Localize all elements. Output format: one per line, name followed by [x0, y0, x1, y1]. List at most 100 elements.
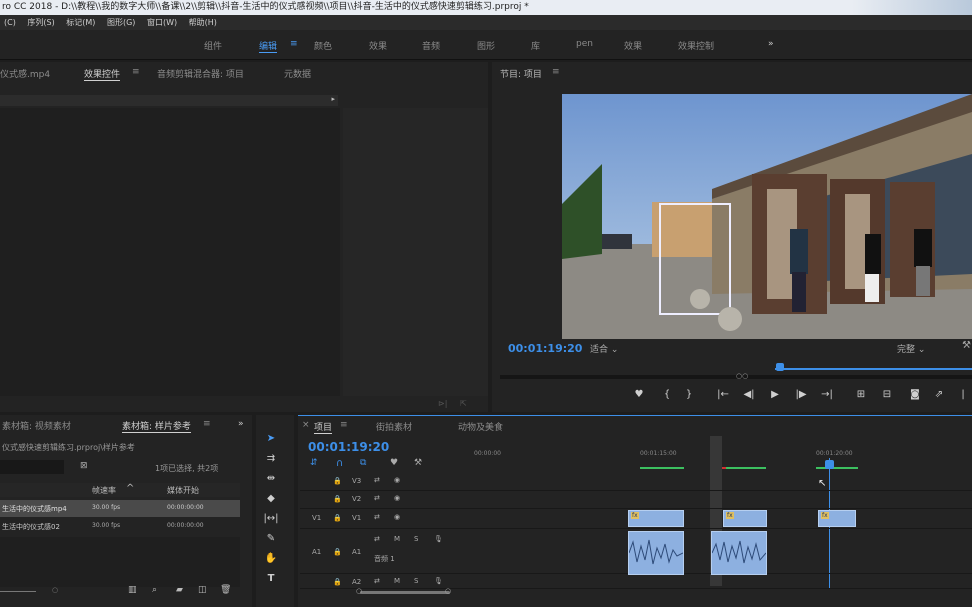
sync-lock-icon[interactable]: ⇄: [374, 476, 380, 484]
sync-lock-icon[interactable]: ⇄: [374, 535, 380, 543]
source-patch-v1[interactable]: V1: [312, 514, 321, 522]
workspace-audio[interactable]: 音频: [422, 39, 440, 52]
tab-sequence-street[interactable]: 街拍素材: [376, 420, 412, 433]
program-menu-icon[interactable]: ≡: [552, 67, 560, 77]
menu-item-sequence[interactable]: 序列(S): [27, 18, 54, 27]
eye-icon[interactable]: ◉: [394, 494, 400, 502]
snap-icon[interactable]: ∩: [336, 458, 343, 469]
menu-item-window[interactable]: 窗口(W): [147, 18, 177, 27]
mark-out-icon[interactable]: }: [682, 389, 696, 400]
menu-item-markers[interactable]: 标记(M): [66, 18, 95, 27]
col-media-start[interactable]: 媒体开始: [167, 485, 199, 496]
sync-lock-icon[interactable]: ⇄: [374, 494, 380, 502]
automate-icon[interactable]: ▥: [128, 585, 137, 595]
new-bin-search-icon[interactable]: ⊠: [80, 461, 88, 471]
lock-icon[interactable]: 🔒: [333, 548, 342, 556]
workspace-effects-2[interactable]: 效果: [624, 39, 642, 52]
hand-tool-icon[interactable]: ✋: [263, 551, 279, 567]
solo-button[interactable]: S: [414, 535, 418, 543]
timeline-scrollbar[interactable]: [360, 591, 450, 594]
razor-tool-icon[interactable]: ◆: [263, 491, 279, 507]
tab-menu-icon[interactable]: ≡: [132, 67, 140, 77]
list-item[interactable]: 生活中的仪式感mp4 30.00 fps 00:00:00:00: [0, 500, 240, 517]
new-item-icon[interactable]: ◫: [198, 585, 207, 595]
timeline-settings-icon[interactable]: ⚒: [414, 458, 422, 468]
fit-dropdown[interactable]: 适合 ⌄: [590, 342, 618, 355]
go-to-out-icon[interactable]: →|: [820, 389, 834, 400]
scroll-handle-left[interactable]: ○: [356, 587, 362, 595]
track-select-tool-icon[interactable]: ⇉: [263, 451, 279, 467]
track-v2[interactable]: 🔒 V2 ⇄ ◉: [300, 491, 972, 509]
sort-asc-icon[interactable]: ^: [126, 483, 134, 494]
step-forward-icon[interactable]: |▶: [794, 389, 808, 400]
sequence-menu-icon[interactable]: ≡: [340, 420, 348, 430]
menu-item-help[interactable]: 帮助(H): [189, 18, 217, 27]
type-tool-icon[interactable]: T: [263, 571, 279, 587]
workspace-overflow-icon[interactable]: »: [768, 39, 774, 49]
expand-arrow-icon[interactable]: ▸: [331, 95, 335, 103]
quality-dropdown[interactable]: 完整 ⌄: [897, 342, 925, 355]
workspace-color[interactable]: 颜色: [314, 39, 332, 52]
timeline-close-icon[interactable]: ×: [302, 420, 310, 430]
panel-overflow-icon[interactable]: »: [238, 419, 244, 429]
tab-program[interactable]: 节目: 项目: [500, 67, 542, 80]
lift-icon[interactable]: ⊞: [854, 389, 868, 400]
pen-tool-icon[interactable]: ✎: [263, 531, 279, 547]
list-item[interactable]: 生活中的仪式感02 30.00 fps 00:00:00:00: [0, 518, 240, 535]
track-a2[interactable]: 🔒 A2 ⇄ M S 🎙: [300, 575, 972, 589]
menu-item-graphics[interactable]: 图形(G): [107, 18, 135, 27]
program-timecode[interactable]: 00:01:19:20: [508, 342, 582, 355]
time-ruler[interactable]: 00:00:00 00:01:15:00 00:01:20:00: [474, 446, 972, 470]
settings-wrench-icon[interactable]: ⚒: [962, 340, 971, 351]
step-back-icon[interactable]: ◀|: [742, 389, 756, 400]
zoom-scrollbar[interactable]: ○○: [500, 372, 972, 380]
audio-clip[interactable]: [711, 531, 767, 575]
workspace-editing[interactable]: 编辑: [259, 39, 278, 53]
eye-icon[interactable]: ◉: [394, 476, 400, 484]
video-clip[interactable]: fx: [818, 510, 856, 527]
lock-icon[interactable]: 🔒: [333, 578, 342, 586]
video-frame[interactable]: [562, 94, 972, 339]
lock-icon[interactable]: 🔒: [333, 514, 342, 522]
play-icon[interactable]: ▶: [768, 389, 782, 400]
workspace-libraries[interactable]: 库: [531, 39, 540, 52]
eye-icon[interactable]: ◉: [394, 513, 400, 521]
search-input[interactable]: [0, 460, 64, 474]
selection-tool-icon[interactable]: ➤: [263, 431, 279, 447]
new-bin-icon[interactable]: ▰: [176, 585, 183, 595]
sync-lock-icon[interactable]: ⇄: [374, 577, 380, 585]
video-clip[interactable]: fx: [628, 510, 684, 527]
lock-icon[interactable]: 🔒: [333, 477, 342, 485]
tab-metadata[interactable]: 元数据: [284, 67, 311, 80]
scroll-handle-right[interactable]: ○: [445, 587, 451, 595]
linked-selection-icon[interactable]: ⧉: [360, 458, 366, 468]
timeline-timecode[interactable]: 00:01:19:20: [308, 440, 389, 454]
window-controls[interactable]: [852, 0, 972, 15]
mic-icon[interactable]: 🎙: [434, 535, 443, 543]
tab-bin-reference[interactable]: 素材箱: 样片参考: [122, 419, 191, 433]
playhead-head[interactable]: [825, 460, 834, 469]
filter-icon[interactable]: ⊳|: [438, 399, 447, 408]
zoom-slider-handle[interactable]: ○: [52, 586, 58, 594]
zoom-slider[interactable]: [0, 591, 36, 592]
overflow-icon[interactable]: |: [956, 389, 970, 400]
workspace-pen[interactable]: pen: [576, 39, 593, 49]
mute-button[interactable]: M: [394, 577, 400, 585]
bin-menu-icon[interactable]: ≡: [203, 419, 211, 429]
col-frame-rate[interactable]: 帧速率: [92, 485, 116, 496]
export-icon[interactable]: ⇱: [460, 399, 467, 408]
add-marker-icon-tl[interactable]: ♥: [390, 458, 398, 468]
workspace-graphics[interactable]: 图形: [477, 39, 495, 52]
clear-icon[interactable]: 🗑: [220, 585, 231, 595]
tab-sequence-animals[interactable]: 动物及美食: [458, 420, 503, 433]
go-to-in-icon[interactable]: |←: [716, 389, 730, 400]
lock-icon[interactable]: 🔒: [333, 495, 342, 503]
mark-in-icon[interactable]: {: [660, 389, 674, 400]
button-editor-icon[interactable]: ⇗: [932, 389, 946, 400]
tab-effect-controls[interactable]: 效果控件: [84, 67, 121, 81]
export-frame-icon[interactable]: ◙: [908, 389, 922, 400]
workspace-menu-icon[interactable]: ≡: [290, 39, 298, 49]
track-v3[interactable]: 🔒 V3 ⇄ ◉: [300, 473, 972, 491]
solo-button[interactable]: S: [414, 577, 418, 585]
tab-audio-mixer[interactable]: 音频剪辑混合器: 项目: [157, 67, 244, 80]
